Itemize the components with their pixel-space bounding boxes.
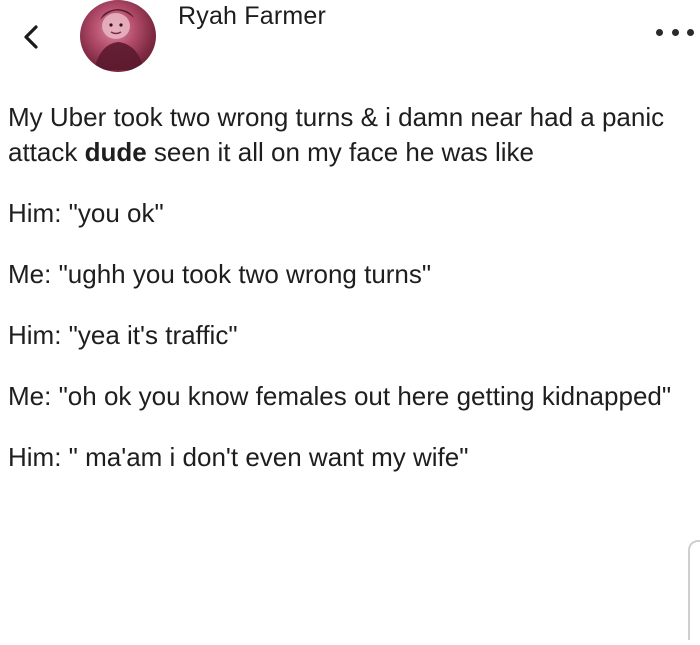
dialogue-line: Him: "you ok" xyxy=(8,198,164,228)
post-body: My Uber took two wrong turns & i damn ne… xyxy=(8,100,688,501)
back-button[interactable] xyxy=(18,22,44,52)
avatar[interactable] xyxy=(80,0,156,72)
dialogue-line: Him: " ma'am i don't even want my wife" xyxy=(8,442,469,472)
dialogue-line: Me: "ughh you took two wrong turns" xyxy=(8,259,432,289)
ellipsis-dot xyxy=(671,28,679,36)
screen-edge-divider xyxy=(688,540,700,640)
chevron-left-icon xyxy=(24,25,38,49)
more-options-button[interactable] xyxy=(656,22,694,42)
ellipsis-icon xyxy=(656,28,663,36)
ellipsis-dot xyxy=(687,28,694,36)
avatar-image xyxy=(94,9,144,70)
author-name[interactable]: Ryah Farmer xyxy=(178,2,326,31)
post-intro: My Uber took two wrong turns & i damn ne… xyxy=(8,100,688,170)
post-intro-text-continued: seen it all on my face he was like xyxy=(146,137,534,167)
post-intro-bold-word: dude xyxy=(84,137,147,167)
dialogue-line: Him: "yea it's traffic" xyxy=(8,320,238,350)
dialogue-line: Me: "oh ok you know females out here get… xyxy=(8,381,672,411)
post-header: Ryah Farmer xyxy=(0,0,700,80)
